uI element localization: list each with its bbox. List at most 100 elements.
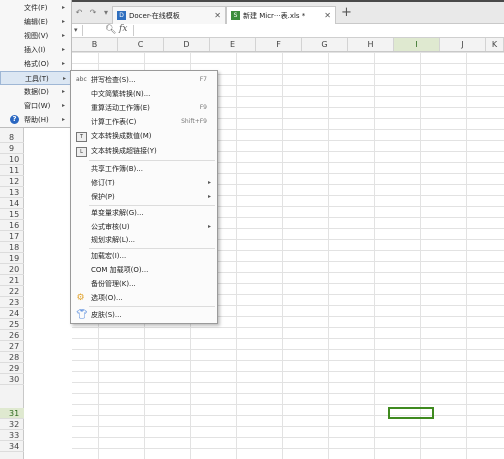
menu-item-text-to-number[interactable]: T 文本转换成数值(M) (71, 130, 217, 142)
column-header-cell-selected[interactable]: I (394, 38, 440, 51)
menu-separator (89, 205, 215, 206)
close-icon[interactable]: ✕ (324, 11, 331, 20)
row-number[interactable]: 28 (0, 352, 24, 363)
menu-view[interactable]: 视图(V) ▸ (0, 29, 72, 43)
menu-format[interactable]: 格式(O) ▸ (0, 57, 72, 71)
row-number[interactable]: 24 (0, 308, 24, 319)
tab-label: 新建 Micr···表.xls * (243, 11, 306, 20)
menu-data[interactable]: 数据(D) ▸ (0, 85, 72, 99)
submenu-arrow-icon: ▸ (207, 223, 211, 230)
undo-icon[interactable]: ↶ (74, 8, 84, 18)
menu-help[interactable]: ? 帮助(H) ▸ (0, 113, 72, 127)
chevron-right-icon: ▸ (62, 102, 66, 109)
row-number[interactable]: 20 (0, 264, 24, 275)
submenu-arrow-icon: ▸ (207, 179, 211, 186)
row-number[interactable]: 18 (0, 242, 24, 253)
menu-item-protect[interactable]: 保护(P) ▸ (71, 191, 217, 203)
row-number[interactable]: 33 (0, 430, 24, 441)
selected-cell[interactable] (388, 407, 434, 419)
menu-item-calculate-sheet[interactable]: 计算工作表(C) Shift+F9 (71, 116, 217, 128)
row-number[interactable]: 34 (0, 441, 24, 452)
tab-label: Docer-在线模板 (129, 11, 180, 20)
insert-function-button[interactable]: fx (119, 24, 127, 34)
menu-item-solver[interactable]: 规划求解(L)... (71, 234, 217, 246)
menu-edit[interactable]: 编辑(E) ▸ (0, 15, 72, 29)
shirt-icon: 👕︎ (76, 310, 88, 320)
column-header-cell[interactable]: K (486, 38, 504, 51)
chevron-right-icon: ▸ (62, 4, 66, 11)
row-number[interactable]: 14 (0, 198, 24, 209)
row-number[interactable]: 13 (0, 187, 24, 198)
tools-menu-dropdown: abc 拼写检查(S)... F7 中文简繁转换(N)... 重算活动工作簿(E) F… (70, 70, 218, 324)
close-icon[interactable]: ✕ (214, 11, 221, 20)
menu-item-formula-auditing[interactable]: 公式审核(U) ▸ (71, 221, 217, 233)
divider (133, 25, 134, 36)
column-header-cell[interactable]: E (210, 38, 256, 51)
row-number[interactable]: 23 (0, 297, 24, 308)
menu-bar: 文件(F) ▸ 编辑(E) ▸ 视图(V) ▸ 插入(I) ▸ 格式(O) ▸ 工具(T)… (0, 0, 72, 128)
chevron-right-icon: ▸ (62, 46, 66, 53)
column-header-cell[interactable]: H (348, 38, 394, 51)
menu-item-chinese-conversion[interactable]: 中文简繁转换(N)... (71, 88, 217, 100)
tab-docer[interactable]: D Docer-在线模板 ✕ (112, 6, 226, 24)
row-number[interactable]: 27 (0, 341, 24, 352)
column-header-cell[interactable]: D (164, 38, 210, 51)
menu-item-text-to-hyperlink[interactable]: L 文本转换成超链接(Y) (71, 145, 217, 157)
tab-workbook[interactable]: S 新建 Micr···表.xls * ✕ (226, 6, 336, 24)
menu-item-recalculate-workbook[interactable]: 重算活动工作簿(E) F9 (71, 102, 217, 114)
quick-access-dropdown-icon[interactable]: ▾ (101, 8, 111, 18)
column-header: B C D E F G H I J K (72, 38, 504, 52)
formula-bar: ▾ 🔍︎ fx (0, 24, 504, 38)
menu-separator (89, 160, 215, 161)
chevron-right-icon: ▸ (63, 75, 67, 82)
menu-item-add-ins[interactable]: 加载宏(I)... (71, 250, 217, 262)
row-number[interactable]: 15 (0, 209, 24, 220)
row-number[interactable]: 32 (0, 419, 24, 430)
row-number[interactable]: 11 (0, 165, 24, 176)
row-number[interactable]: 17 (0, 231, 24, 242)
row-number[interactable]: 19 (0, 253, 24, 264)
column-header-cell[interactable]: G (302, 38, 348, 51)
row-number[interactable]: 9 (0, 143, 24, 154)
menu-item-share-workbook[interactable]: 共享工作簿(B)... (71, 163, 217, 175)
chevron-right-icon: ▸ (62, 88, 66, 95)
column-header-cell[interactable]: C (118, 38, 164, 51)
row-number[interactable]: 22 (0, 286, 24, 297)
docer-icon: D (117, 11, 126, 20)
row-number-selected[interactable]: 31 (0, 408, 24, 419)
menu-item-options[interactable]: ⚙ 选项(O)... (71, 292, 217, 304)
menu-item-goal-seek[interactable]: 单变量求解(G)... (71, 207, 217, 219)
row-number[interactable]: 30 (0, 374, 24, 385)
spell-check-icon: abc (76, 76, 87, 83)
menu-item-skin[interactable]: 👕︎ 皮肤(S)... (71, 309, 217, 321)
menu-tools[interactable]: 工具(T) ▸ (0, 71, 72, 85)
spreadsheet-icon: S (231, 11, 240, 20)
text-convert-icon: T (76, 132, 87, 142)
menu-item-com-add-ins[interactable]: COM 加载项(O)... (71, 264, 217, 276)
name-box-dropdown-icon[interactable]: ▾ (74, 26, 78, 34)
column-header-cell[interactable]: J (440, 38, 486, 51)
menu-file[interactable]: 文件(F) ▸ (0, 1, 72, 15)
redo-icon[interactable]: ↷ (88, 8, 98, 18)
menu-item-spell-check[interactable]: abc 拼写检查(S)... F7 (71, 74, 217, 86)
chevron-right-icon: ▸ (62, 18, 66, 25)
zoom-icon[interactable]: 🔍︎ (105, 25, 116, 35)
row-number[interactable]: 29 (0, 363, 24, 374)
new-tab-button[interactable]: + (341, 6, 352, 19)
menu-window[interactable]: 窗口(W) ▸ (0, 99, 72, 113)
menu-insert[interactable]: 插入(I) ▸ (0, 43, 72, 57)
row-number[interactable]: 16 (0, 220, 24, 231)
row-number[interactable]: 25 (0, 319, 24, 330)
row-number[interactable]: 21 (0, 275, 24, 286)
column-header-cell[interactable]: B (72, 38, 118, 51)
help-icon: ? (10, 115, 19, 124)
row-number[interactable]: 10 (0, 154, 24, 165)
divider (82, 25, 83, 36)
row-number[interactable]: 12 (0, 176, 24, 187)
chevron-right-icon: ▸ (62, 60, 66, 67)
menu-item-track-changes[interactable]: 修订(T) ▸ (71, 177, 217, 189)
menu-item-backup-manager[interactable]: 备份管理(K)... (71, 278, 217, 290)
row-number[interactable]: 26 (0, 330, 24, 341)
row-number[interactable]: 8 (0, 132, 24, 143)
column-header-cell[interactable]: F (256, 38, 302, 51)
